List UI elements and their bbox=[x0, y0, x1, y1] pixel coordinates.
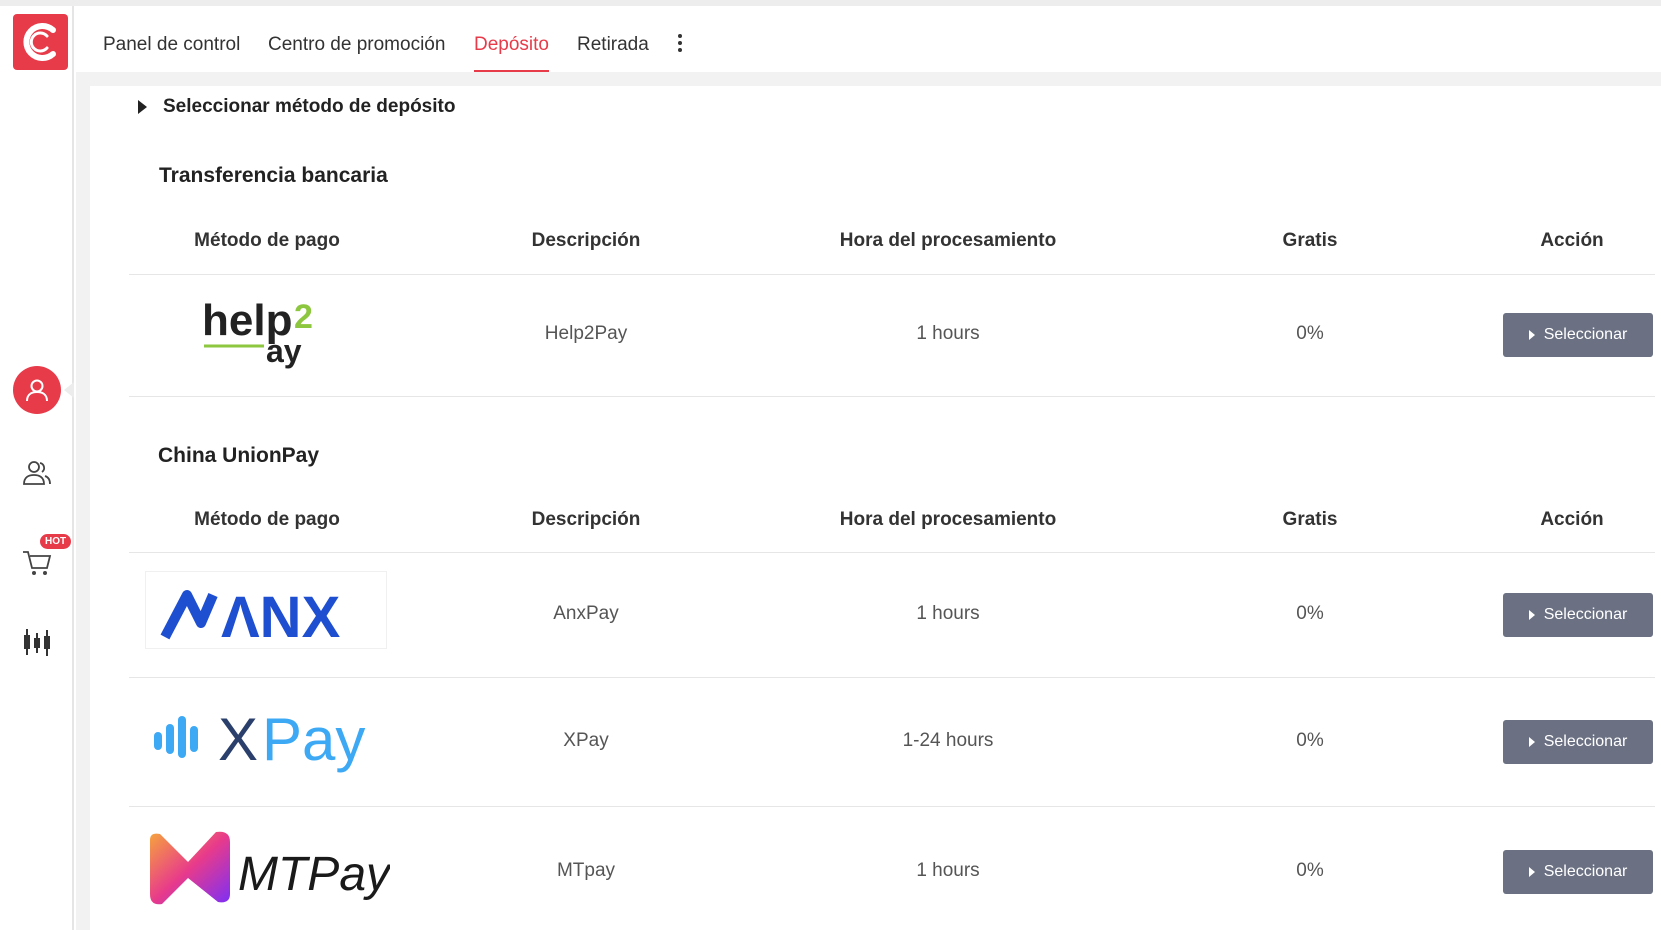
sidebar-item-shop[interactable]: HOT bbox=[0, 534, 74, 580]
select-anxpay-button[interactable]: Seleccionar bbox=[1503, 593, 1653, 637]
button-label: Seleccionar bbox=[1543, 326, 1628, 343]
tab-deposit[interactable]: Depósito bbox=[474, 34, 549, 56]
tab-withdrawal[interactable]: Retirada bbox=[577, 34, 649, 56]
row-description: XPay bbox=[563, 730, 609, 751]
column-header-fee: Gratis bbox=[1282, 509, 1338, 530]
column-header-processing: Hora del procesamiento bbox=[839, 230, 1057, 251]
row-processing-time: 1 hours bbox=[916, 603, 980, 624]
section-title: Seleccionar método de depósito bbox=[163, 96, 456, 117]
svg-text:ΛNX: ΛNX bbox=[221, 585, 341, 645]
button-label: Seleccionar bbox=[1543, 733, 1628, 750]
active-indicator bbox=[64, 382, 74, 398]
row-processing-time: 1 hours bbox=[916, 323, 980, 344]
svg-text:Pay: Pay bbox=[262, 706, 365, 773]
section-toggle[interactable]: Seleccionar método de depósito bbox=[138, 96, 455, 118]
select-help2pay-button[interactable]: Seleccionar bbox=[1503, 313, 1653, 357]
users-icon bbox=[23, 461, 51, 485]
row-fee: 0% bbox=[1296, 730, 1324, 751]
brand-logo[interactable] bbox=[13, 14, 68, 70]
user-icon bbox=[13, 366, 61, 414]
row-description: MTpay bbox=[556, 860, 616, 881]
group-title: China UnionPay bbox=[158, 444, 320, 467]
button-label: Seleccionar bbox=[1543, 863, 1628, 880]
row-description: AnxPay bbox=[553, 603, 619, 624]
divider bbox=[129, 396, 1655, 397]
column-header-method: Método de pago bbox=[194, 230, 340, 251]
sidebar-item-trading[interactable] bbox=[0, 624, 74, 660]
row-fee: 0% bbox=[1296, 323, 1324, 344]
anx-logo: ΛNX bbox=[145, 571, 387, 649]
mtpay-logo: MTPay bbox=[146, 828, 390, 908]
row-processing-time: 1-24 hours bbox=[902, 730, 994, 751]
divider bbox=[129, 552, 1655, 553]
tab-dashboard[interactable]: Panel de control bbox=[103, 34, 240, 56]
divider bbox=[129, 274, 1655, 275]
more-vertical-icon[interactable] bbox=[675, 32, 685, 54]
column-header-action: Acción bbox=[1540, 230, 1604, 251]
svg-text:X: X bbox=[218, 706, 258, 773]
content-left-gutter bbox=[76, 72, 90, 930]
svg-text:MTPay: MTPay bbox=[238, 848, 390, 901]
column-header-method: Método de pago bbox=[194, 509, 340, 530]
top-nav: Panel de control Centro de promoción Dep… bbox=[76, 6, 1661, 73]
row-fee: 0% bbox=[1296, 860, 1324, 881]
select-xpay-button[interactable]: Seleccionar bbox=[1503, 720, 1653, 764]
caret-right-icon bbox=[138, 100, 147, 114]
caret-right-icon bbox=[1528, 330, 1535, 340]
column-header-processing: Hora del procesamiento bbox=[839, 509, 1057, 530]
button-label: Seleccionar bbox=[1543, 606, 1628, 623]
caret-right-icon bbox=[1528, 737, 1535, 747]
group-title: Transferencia bancaria bbox=[159, 164, 388, 187]
sidebar: HOT bbox=[0, 6, 74, 930]
caret-right-icon bbox=[1528, 867, 1535, 877]
column-header-action: Acción bbox=[1540, 509, 1604, 530]
column-header-description: Descripción bbox=[531, 509, 641, 530]
xpay-logo: X Pay bbox=[150, 700, 386, 780]
help2pay-logo: help 2 ay bbox=[190, 292, 330, 372]
divider bbox=[129, 677, 1655, 678]
candlestick-chart-icon bbox=[24, 629, 50, 656]
row-fee: 0% bbox=[1296, 603, 1324, 624]
tab-promotion[interactable]: Centro de promoción bbox=[268, 34, 445, 56]
content-top-gutter bbox=[76, 72, 1661, 86]
column-header-fee: Gratis bbox=[1282, 230, 1338, 251]
hot-badge: HOT bbox=[40, 534, 72, 549]
sidebar-item-account[interactable] bbox=[0, 366, 74, 414]
svg-text:ay: ay bbox=[266, 333, 302, 369]
svg-text:2: 2 bbox=[294, 298, 313, 336]
select-mtpay-button[interactable]: Seleccionar bbox=[1503, 850, 1653, 894]
column-header-description: Descripción bbox=[531, 230, 641, 251]
caret-right-icon bbox=[1528, 610, 1535, 620]
divider bbox=[129, 806, 1655, 807]
row-processing-time: 1 hours bbox=[916, 860, 980, 881]
row-description: Help2Pay bbox=[544, 323, 628, 344]
sidebar-item-team[interactable] bbox=[0, 456, 74, 490]
